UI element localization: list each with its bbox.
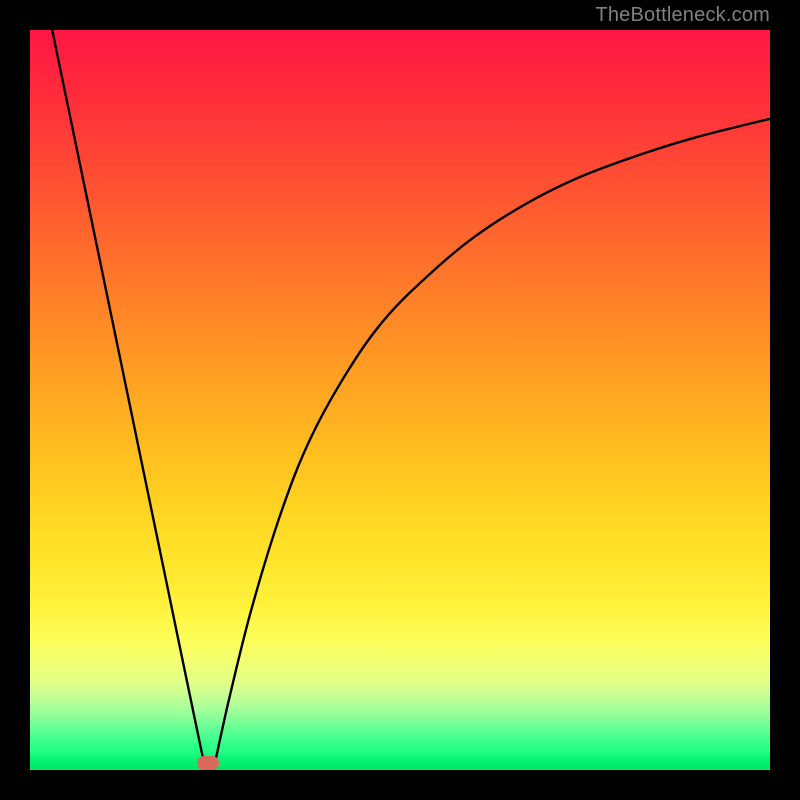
chart-frame: TheBottleneck.com [0,0,800,800]
watermark-text: TheBottleneck.com [595,4,770,27]
bottleneck-curve [30,30,770,770]
plot-area [30,30,770,770]
optimal-point-marker [197,756,219,770]
